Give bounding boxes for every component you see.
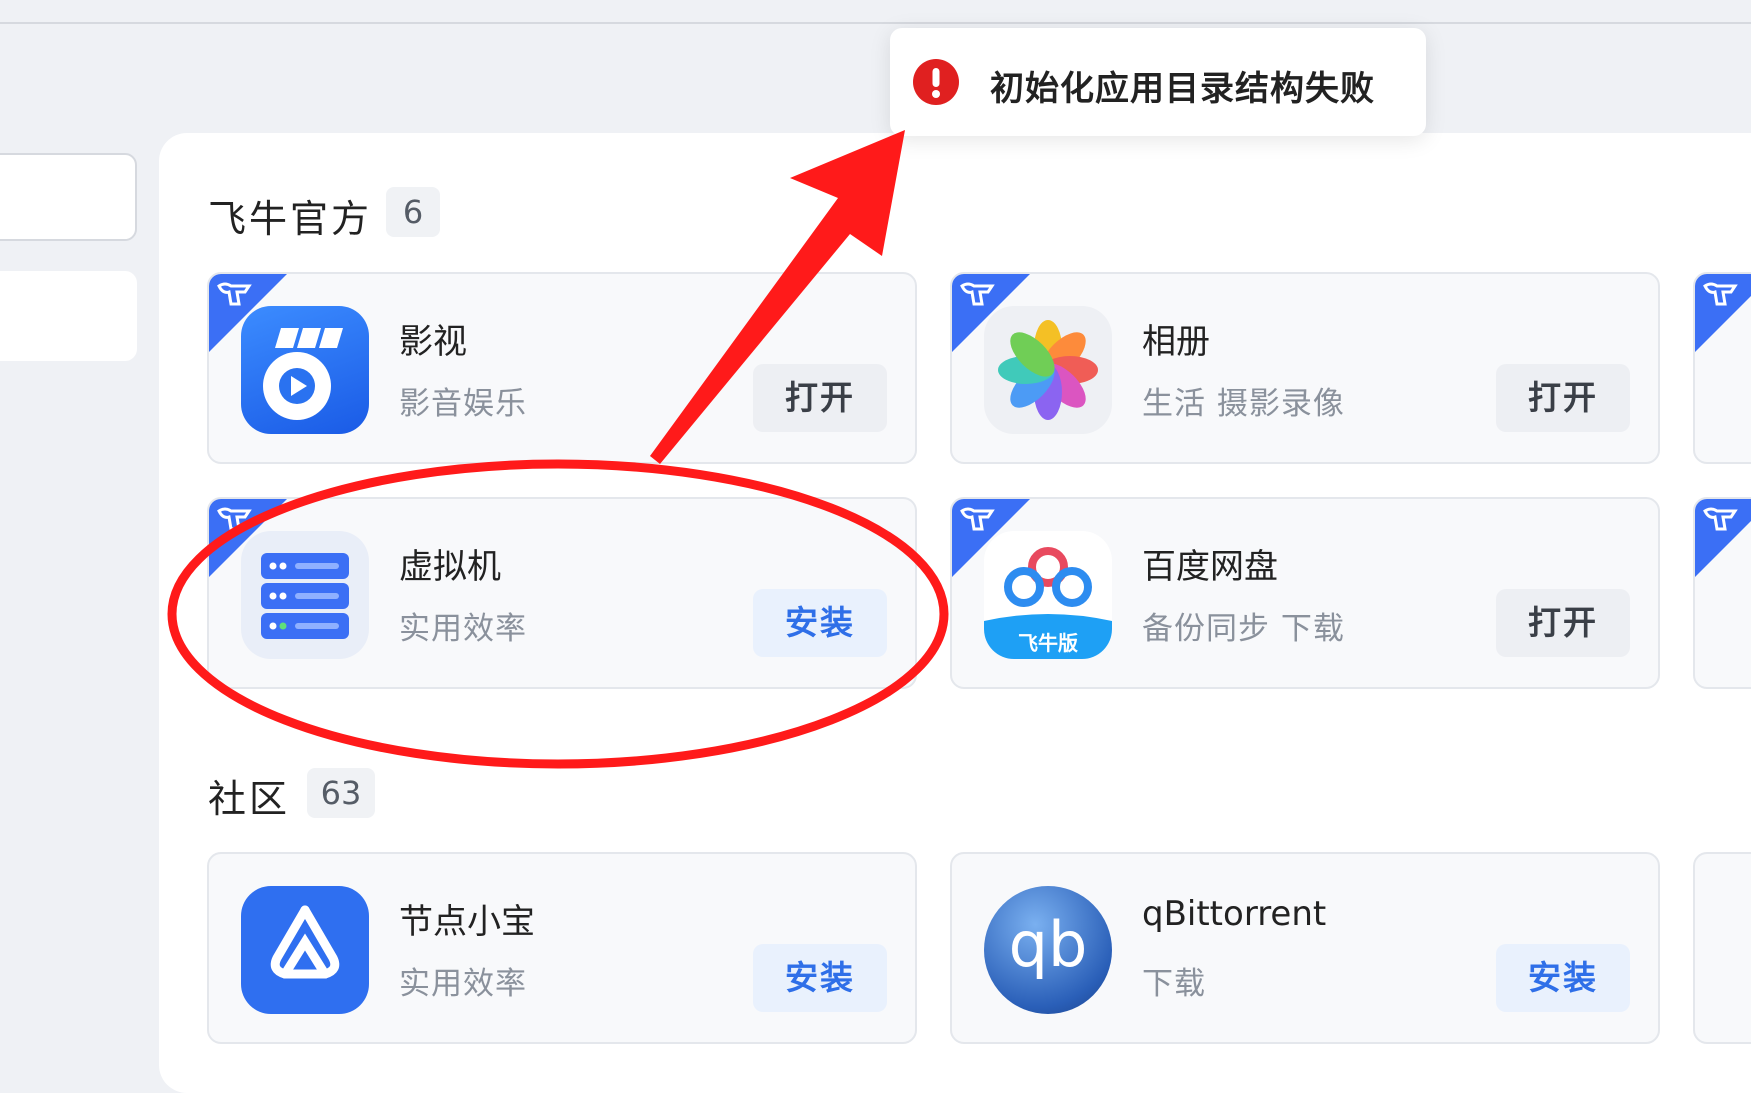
annotation-arrow bbox=[650, 130, 905, 464]
annotation-ellipse bbox=[167, 459, 949, 769]
annotation-overlay bbox=[167, 130, 949, 769]
